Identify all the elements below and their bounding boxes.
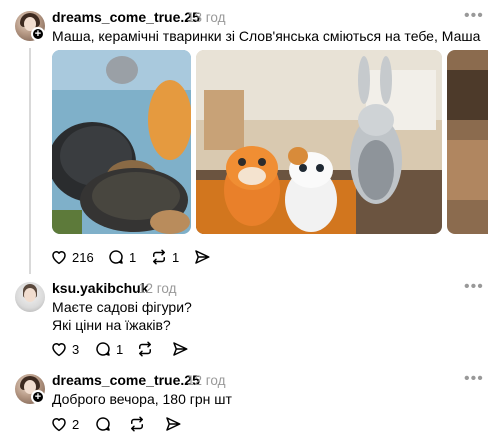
post-image-partial[interactable]: [447, 50, 488, 234]
repost-button[interactable]: [136, 339, 154, 359]
repost-icon: [131, 416, 143, 432]
like-button[interactable]: 216: [50, 247, 94, 267]
more-options-icon[interactable]: •••: [464, 279, 484, 295]
comment-icon: [96, 417, 110, 431]
post-username[interactable]: dreams_come_true.25: [52, 9, 200, 25]
post-username[interactable]: dreams_come_true.25: [52, 372, 200, 388]
repost-icon: [153, 249, 165, 265]
like-button[interactable]: 3: [50, 339, 79, 359]
reply-count: 1: [129, 249, 137, 265]
avatar[interactable]: [15, 282, 45, 312]
thread-line: [29, 48, 31, 274]
reply-count: 1: [116, 341, 124, 357]
repost-count: 1: [172, 249, 180, 265]
share-button[interactable]: [193, 247, 211, 267]
reply-button[interactable]: 1: [107, 247, 136, 267]
send-icon: [195, 250, 210, 264]
send-icon: [173, 342, 188, 356]
follow-plus-icon[interactable]: +: [31, 27, 45, 41]
send-icon: [166, 417, 181, 431]
like-button[interactable]: 2: [50, 414, 79, 434]
reply-button[interactable]: [94, 414, 112, 434]
like-count: 216: [72, 249, 94, 265]
share-button[interactable]: [164, 414, 182, 434]
follow-plus-icon[interactable]: +: [31, 390, 45, 404]
post-text: Маєте садові фігури?: [52, 299, 192, 315]
reply-button[interactable]: 1: [94, 339, 123, 359]
post-text: Маша, керамічні тваринки зі Слов'янська …: [52, 28, 481, 44]
heart-icon: [52, 251, 66, 265]
more-options-icon[interactable]: •••: [464, 371, 484, 387]
repost-button[interactable]: 1: [150, 247, 179, 267]
heart-icon: [52, 343, 66, 357]
post-username[interactable]: ksu.yakibchuk: [52, 280, 149, 296]
heart-icon: [52, 418, 66, 432]
like-count: 2: [72, 416, 80, 432]
post-image-tiger-cat-rabbit[interactable]: [196, 50, 442, 234]
repost-button[interactable]: [128, 414, 146, 434]
repost-icon: [139, 341, 151, 357]
post-text: Доброго вечора, 180 грн шт: [52, 391, 232, 407]
comment-icon: [109, 250, 123, 264]
post-time[interactable]: 12 год: [187, 373, 225, 388]
post-text: Які ціни на їжаків?: [52, 317, 171, 333]
post-time[interactable]: 13 год: [187, 10, 225, 25]
more-options-icon[interactable]: •••: [464, 8, 484, 24]
post-image-hedgehogs[interactable]: [52, 50, 191, 234]
post-time[interactable]: 12 год: [138, 281, 176, 296]
share-button[interactable]: [171, 339, 189, 359]
comment-icon: [96, 342, 110, 356]
like-count: 3: [72, 341, 80, 357]
